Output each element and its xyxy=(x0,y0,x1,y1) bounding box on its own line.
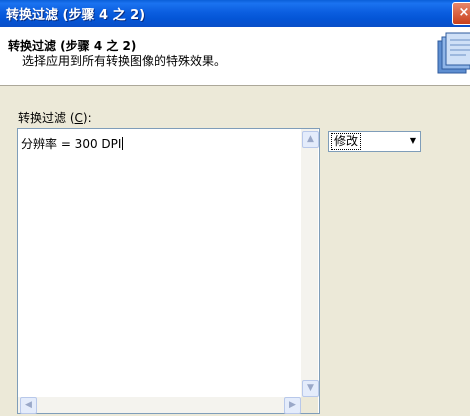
action-select-value: 修改 xyxy=(331,133,362,150)
chevron-left-icon: ◀ xyxy=(25,400,32,410)
chevron-up-icon: ▲ xyxy=(307,134,314,144)
close-button[interactable]: × xyxy=(452,2,470,25)
scrollbar-corner xyxy=(301,397,318,413)
filter-text: 分辨率 = 300 DPI xyxy=(21,137,124,151)
close-icon: × xyxy=(458,5,470,20)
scroll-left-button[interactable]: ◀ xyxy=(20,397,37,414)
wizard-header: 转换过滤 (步骤 4 之 2) 选择应用到所有转换图像的特殊效果。 xyxy=(0,27,470,86)
scroll-up-button[interactable]: ▲ xyxy=(302,131,319,148)
title-bar[interactable]: 转换过滤 (步骤 4 之 2) × xyxy=(0,0,470,27)
scroll-right-button[interactable]: ▶ xyxy=(284,397,301,414)
dropdown-arrow-icon[interactable]: ▼ xyxy=(410,136,416,145)
horizontal-scrollbar[interactable]: ◀ ▶ xyxy=(18,397,301,414)
chevron-right-icon: ▶ xyxy=(289,400,296,410)
filter-textarea[interactable]: 分辨率 = 300 DPI ▲ ▼ ◀ ▶ xyxy=(17,128,320,414)
window-title: 转换过滤 (步骤 4 之 2) xyxy=(6,8,146,23)
wizard-dialog: 转换过滤 (步骤 4 之 2) × 转换过滤 (步骤 4 之 2) 选择应用到所… xyxy=(0,0,470,416)
action-select[interactable]: 修改 ▼ xyxy=(328,131,421,152)
chevron-down-icon: ▼ xyxy=(307,383,314,393)
wizard-book-icon xyxy=(437,32,470,74)
text-caret xyxy=(122,137,124,150)
scroll-down-button[interactable]: ▼ xyxy=(302,380,319,397)
step-description: 选择应用到所有转换图像的特殊效果。 xyxy=(22,54,227,68)
vertical-scrollbar[interactable]: ▲ ▼ xyxy=(301,129,319,397)
filter-label: 转换过滤 (C): xyxy=(18,111,92,125)
